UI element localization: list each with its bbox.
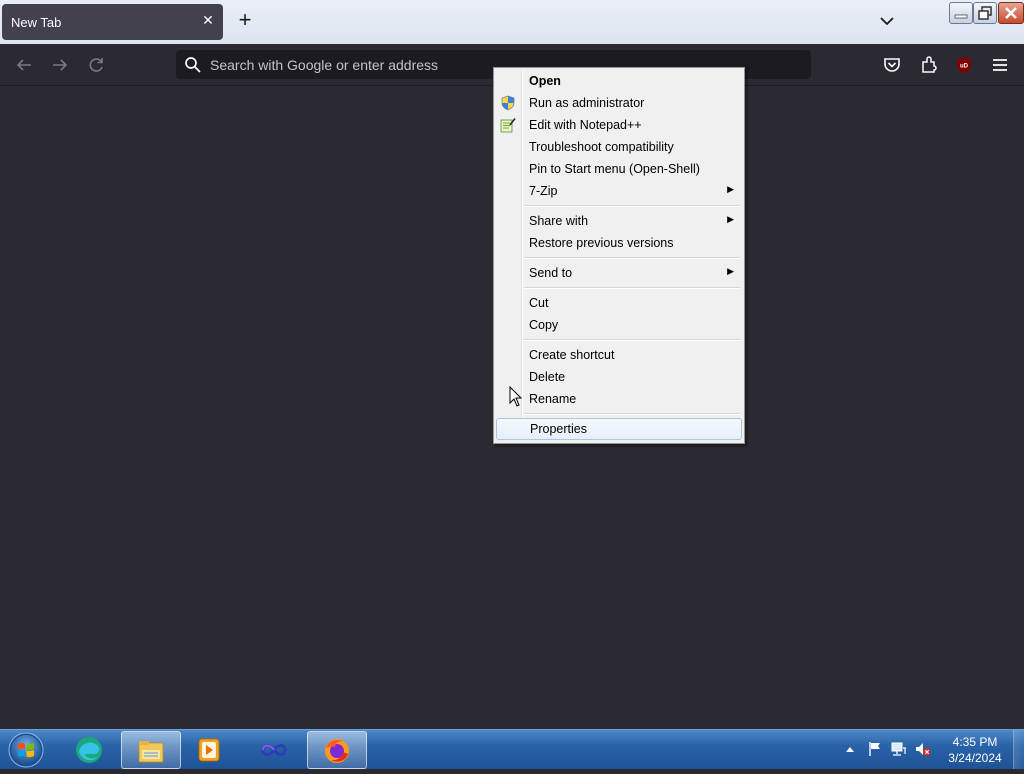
taskbar-edge-button[interactable]: [60, 731, 118, 767]
app-menu-button[interactable]: [989, 54, 1011, 76]
submenu-arrow-icon: ▶: [727, 184, 734, 194]
menu-separator: [524, 205, 740, 207]
menu-item-label: Rename: [529, 392, 577, 406]
pocket-button[interactable]: [881, 54, 903, 76]
menu-item-open[interactable]: Open: [496, 70, 742, 92]
network-icon[interactable]: [890, 741, 906, 757]
taskbar-firefox-button[interactable]: [307, 731, 367, 769]
menu-item-cut[interactable]: Cut: [496, 292, 742, 314]
menu-item-7-zip[interactable]: 7-Zip ▶: [496, 180, 742, 202]
back-icon: [16, 59, 31, 71]
menu-item-create-shortcut[interactable]: Create shortcut: [496, 344, 742, 366]
show-desktop-button[interactable]: [1013, 730, 1024, 769]
show-hidden-icons-icon[interactable]: [845, 745, 855, 753]
menu-icon: [993, 59, 1007, 71]
clock-time: 4:35 PM: [952, 735, 998, 749]
svg-text:uD: uD: [960, 64, 969, 70]
menu-separator: [524, 257, 740, 259]
extensions-button[interactable]: [918, 54, 940, 76]
menu-item-label: Edit with Notepad++: [529, 118, 642, 132]
submenu-arrow-icon: ▶: [727, 266, 734, 276]
forward-button[interactable]: [49, 54, 71, 76]
back-button[interactable]: [13, 54, 35, 76]
action-center-flag-icon[interactable]: [867, 741, 883, 757]
mouse-cursor-icon: [509, 386, 523, 407]
search-icon: [185, 57, 201, 73]
menu-separator: [524, 339, 740, 341]
menu-item-restore-previous-versions[interactable]: Restore previous versions: [496, 232, 742, 254]
system-clock[interactable]: 4:35 PM 3/24/2024: [940, 734, 1010, 766]
menu-item-label: Share with: [529, 214, 589, 228]
clock-date: 3/24/2024: [948, 751, 1002, 765]
menu-separator: [524, 413, 740, 415]
chevron-down-icon: [880, 17, 894, 26]
ublock-button[interactable]: uD: [953, 54, 975, 76]
shield-icon: [501, 95, 515, 111]
extensions-icon: [922, 56, 937, 73]
menu-item-pin-to-start-menu[interactable]: Pin to Start menu (Open-Shell): [496, 158, 742, 180]
pocket-icon: [884, 58, 900, 72]
forward-icon: [53, 59, 68, 71]
notepad-plus-plus-icon: [500, 118, 516, 133]
tab-title: New Tab: [11, 15, 62, 30]
menu-item-share-with[interactable]: Share with ▶: [496, 210, 742, 232]
window-restore-button[interactable]: [973, 2, 997, 24]
menu-item-rename[interactable]: Rename: [496, 388, 742, 410]
list-all-tabs-button[interactable]: [878, 12, 896, 30]
menu-item-properties[interactable]: Properties: [496, 418, 742, 440]
window-minimize-button[interactable]: [949, 2, 973, 24]
menu-item-label: Pin to Start menu (Open-Shell): [529, 162, 700, 176]
menu-item-send-to[interactable]: Send to ▶: [496, 262, 742, 284]
ublock-icon: uD: [957, 57, 971, 73]
taskbar: 4:35 PM 3/24/2024: [0, 729, 1024, 769]
media-player-icon: [198, 738, 220, 762]
menu-item-label: 7-Zip: [529, 184, 558, 198]
menu-item-label: Copy: [529, 318, 559, 332]
menu-separator: [524, 287, 740, 289]
taskbar-media-player-button[interactable]: [180, 731, 238, 767]
tab-close-icon[interactable]: ✕: [201, 13, 215, 27]
menu-item-label: Send to: [529, 266, 573, 280]
infinity-icon: [261, 744, 287, 756]
edge-icon: [76, 737, 102, 763]
menu-item-troubleshoot-compatibility[interactable]: Troubleshoot compatibility: [496, 136, 742, 158]
taskbar-file-explorer-button[interactable]: [121, 731, 181, 769]
close-icon: [1005, 7, 1017, 19]
tab-strip: New Tab ✕ +: [0, 0, 1024, 44]
windows-start-orb-icon: [8, 732, 44, 768]
taskbar-infinity-app-button[interactable]: [245, 731, 303, 767]
reload-button[interactable]: [85, 54, 107, 76]
firefox-icon: [325, 739, 349, 763]
tab-new-tab[interactable]: New Tab ✕: [2, 4, 223, 40]
menu-item-label: Troubleshoot compatibility: [529, 140, 674, 154]
menu-item-label: Properties: [530, 422, 587, 436]
window-close-button[interactable]: [998, 2, 1024, 24]
menu-item-label: Run as administrator: [529, 96, 645, 110]
reload-icon: [89, 58, 103, 72]
submenu-arrow-icon: ▶: [727, 214, 734, 224]
menu-item-edit-with-notepad-plus-plus[interactable]: Edit with Notepad++: [496, 114, 742, 136]
context-menu: Open Run as administrator Edit with Note…: [493, 67, 745, 444]
menu-item-delete[interactable]: Delete: [496, 366, 742, 388]
file-explorer-icon: [138, 741, 164, 763]
url-placeholder: Search with Google or enter address: [210, 57, 439, 73]
menu-item-label: Delete: [529, 370, 566, 384]
start-button[interactable]: [6, 731, 46, 769]
volume-muted-icon[interactable]: [914, 741, 930, 757]
menu-item-run-as-administrator[interactable]: Run as administrator: [496, 92, 742, 114]
new-tab-button[interactable]: +: [234, 9, 256, 32]
menu-item-label: Open: [529, 74, 561, 88]
restore-icon: [978, 6, 992, 20]
menu-item-label: Restore previous versions: [529, 236, 674, 250]
menu-item-copy[interactable]: Copy: [496, 314, 742, 336]
menu-item-label: Cut: [529, 296, 549, 310]
menu-item-label: Create shortcut: [529, 348, 615, 362]
minimize-icon: [954, 14, 968, 19]
